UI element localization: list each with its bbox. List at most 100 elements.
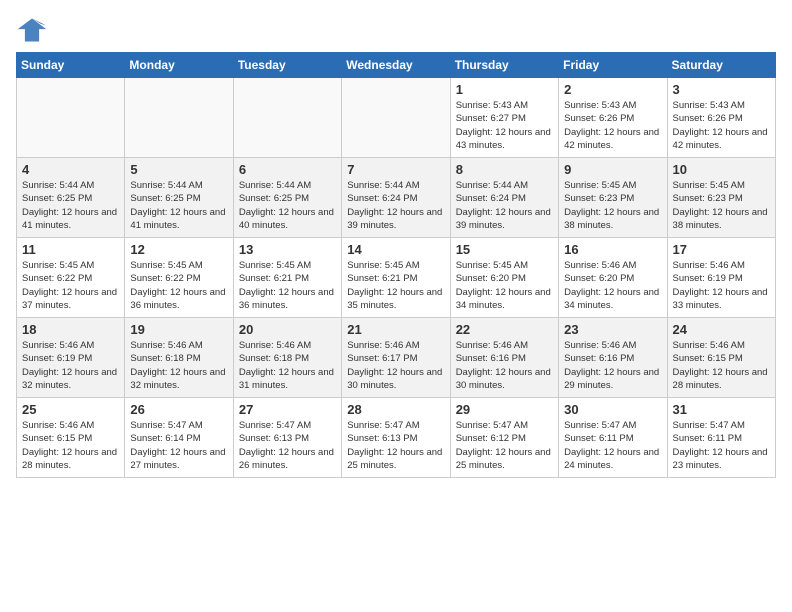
calendar-cell	[342, 78, 450, 158]
day-info: Sunrise: 5:45 AMSunset: 6:22 PMDaylight:…	[130, 259, 227, 312]
calendar-cell: 18Sunrise: 5:46 AMSunset: 6:19 PMDayligh…	[17, 318, 125, 398]
header-row: SundayMondayTuesdayWednesdayThursdayFrid…	[17, 53, 776, 78]
day-number: 4	[22, 162, 119, 177]
calendar-cell: 31 Sunrise: 5:47 AMSunset: 6:11 PMDayligh…	[667, 398, 775, 478]
day-number: 15	[456, 242, 553, 257]
day-info: Sunrise: 5:44 AMSunset: 6:24 PMDaylight:…	[456, 179, 553, 232]
column-header-friday: Friday	[559, 53, 667, 78]
calendar-cell: 30 Sunrise: 5:47 AMSunset: 6:11 PMDayligh…	[559, 398, 667, 478]
day-info: Sunrise: 5:43 AMSunset: 6:26 PMDaylight:…	[673, 99, 770, 152]
day-info: Sunrise: 5:46 AMSunset: 6:16 PMDaylight:…	[456, 339, 553, 392]
day-info: Sunrise: 5:47 AMSunset: 6:11 PMDaylight:…	[673, 419, 770, 472]
day-number: 20	[239, 322, 336, 337]
day-number: 7	[347, 162, 444, 177]
day-number: 8	[456, 162, 553, 177]
column-header-sunday: Sunday	[17, 53, 125, 78]
day-number: 14	[347, 242, 444, 257]
week-row-3: 11 Sunrise: 5:45 AMSunset: 6:22 PMDayligh…	[17, 238, 776, 318]
column-header-saturday: Saturday	[667, 53, 775, 78]
calendar-cell: 4 Sunrise: 5:44 AMSunset: 6:25 PMDaylight…	[17, 158, 125, 238]
calendar-table: SundayMondayTuesdayWednesdayThursdayFrid…	[16, 52, 776, 478]
day-info: Sunrise: 5:46 AMSunset: 6:19 PMDaylight:…	[22, 339, 119, 392]
calendar-cell: 6 Sunrise: 5:44 AMSunset: 6:25 PMDaylight…	[233, 158, 341, 238]
day-info: Sunrise: 5:47 AMSunset: 6:14 PMDaylight:…	[130, 419, 227, 472]
day-info: Sunrise: 5:46 AMSunset: 6:20 PMDaylight:…	[564, 259, 661, 312]
page-header	[16, 16, 776, 44]
calendar-cell: 5 Sunrise: 5:44 AMSunset: 6:25 PMDaylight…	[125, 158, 233, 238]
column-header-wednesday: Wednesday	[342, 53, 450, 78]
calendar-cell: 8 Sunrise: 5:44 AMSunset: 6:24 PMDaylight…	[450, 158, 558, 238]
day-info: Sunrise: 5:45 AMSunset: 6:21 PMDaylight:…	[239, 259, 336, 312]
day-number: 23	[564, 322, 661, 337]
calendar-cell: 3 Sunrise: 5:43 AMSunset: 6:26 PMDaylight…	[667, 78, 775, 158]
column-header-monday: Monday	[125, 53, 233, 78]
day-info: Sunrise: 5:46 AMSunset: 6:15 PMDaylight:…	[673, 339, 770, 392]
day-info: Sunrise: 5:47 AMSunset: 6:13 PMDaylight:…	[347, 419, 444, 472]
day-info: Sunrise: 5:44 AMSunset: 6:25 PMDaylight:…	[239, 179, 336, 232]
calendar-cell: 14 Sunrise: 5:45 AMSunset: 6:21 PMDayligh…	[342, 238, 450, 318]
day-number: 21	[347, 322, 444, 337]
calendar-cell: 17 Sunrise: 5:46 AMSunset: 6:19 PMDayligh…	[667, 238, 775, 318]
column-header-tuesday: Tuesday	[233, 53, 341, 78]
day-number: 22	[456, 322, 553, 337]
day-number: 5	[130, 162, 227, 177]
calendar-cell: 16 Sunrise: 5:46 AMSunset: 6:20 PMDayligh…	[559, 238, 667, 318]
day-number: 3	[673, 82, 770, 97]
day-info: Sunrise: 5:45 AMSunset: 6:23 PMDaylight:…	[564, 179, 661, 232]
day-info: Sunrise: 5:44 AMSunset: 6:25 PMDaylight:…	[22, 179, 119, 232]
day-info: Sunrise: 5:44 AMSunset: 6:24 PMDaylight:…	[347, 179, 444, 232]
day-number: 24	[673, 322, 770, 337]
day-info: Sunrise: 5:46 AMSunset: 6:17 PMDaylight:…	[347, 339, 444, 392]
day-info: Sunrise: 5:46 AMSunset: 6:19 PMDaylight:…	[673, 259, 770, 312]
day-number: 11	[22, 242, 119, 257]
logo	[16, 16, 52, 44]
day-number: 17	[673, 242, 770, 257]
calendar-cell: 22 Sunrise: 5:46 AMSunset: 6:16 PMDayligh…	[450, 318, 558, 398]
calendar-cell	[17, 78, 125, 158]
day-info: Sunrise: 5:45 AMSunset: 6:23 PMDaylight:…	[673, 179, 770, 232]
day-number: 31	[673, 402, 770, 417]
calendar-cell: 28 Sunrise: 5:47 AMSunset: 6:13 PMDayligh…	[342, 398, 450, 478]
calendar-cell: 21 Sunrise: 5:46 AMSunset: 6:17 PMDayligh…	[342, 318, 450, 398]
day-info: Sunrise: 5:46 AMSunset: 6:18 PMDaylight:…	[130, 339, 227, 392]
day-info: Sunrise: 5:46 AMSunset: 6:16 PMDaylight:…	[564, 339, 661, 392]
calendar-cell: 23 Sunrise: 5:46 AMSunset: 6:16 PMDayligh…	[559, 318, 667, 398]
week-row-2: 4 Sunrise: 5:44 AMSunset: 6:25 PMDaylight…	[17, 158, 776, 238]
calendar-cell: 12 Sunrise: 5:45 AMSunset: 6:22 PMDayligh…	[125, 238, 233, 318]
day-info: Sunrise: 5:45 AMSunset: 6:20 PMDaylight:…	[456, 259, 553, 312]
week-row-4: 18Sunrise: 5:46 AMSunset: 6:19 PMDayligh…	[17, 318, 776, 398]
day-info: Sunrise: 5:43 AMSunset: 6:27 PMDaylight:…	[456, 99, 553, 152]
calendar-cell: 7 Sunrise: 5:44 AMSunset: 6:24 PMDaylight…	[342, 158, 450, 238]
calendar-cell: 15 Sunrise: 5:45 AMSunset: 6:20 PMDayligh…	[450, 238, 558, 318]
week-row-5: 25 Sunrise: 5:46 AMSunset: 6:15 PMDayligh…	[17, 398, 776, 478]
calendar-cell: 25 Sunrise: 5:46 AMSunset: 6:15 PMDayligh…	[17, 398, 125, 478]
calendar-cell: 13Sunrise: 5:45 AMSunset: 6:21 PMDayligh…	[233, 238, 341, 318]
calendar-cell: 10Sunrise: 5:45 AMSunset: 6:23 PMDayligh…	[667, 158, 775, 238]
calendar-cell: 9 Sunrise: 5:45 AMSunset: 6:23 PMDaylight…	[559, 158, 667, 238]
day-info: Sunrise: 5:47 AMSunset: 6:11 PMDaylight:…	[564, 419, 661, 472]
day-number: 29	[456, 402, 553, 417]
calendar-cell: 11Sunrise: 5:45 AMSunset: 6:22 PMDayligh…	[17, 238, 125, 318]
day-number: 19	[130, 322, 227, 337]
calendar-cell: 27Sunrise: 5:47 AMSunset: 6:13 PMDayligh…	[233, 398, 341, 478]
day-number: 25	[22, 402, 119, 417]
day-info: Sunrise: 5:46 AMSunset: 6:18 PMDaylight:…	[239, 339, 336, 392]
day-number: 16	[564, 242, 661, 257]
logo-icon	[16, 16, 48, 44]
calendar-cell: 2Sunrise: 5:43 AMSunset: 6:26 PMDaylight…	[559, 78, 667, 158]
day-info: Sunrise: 5:47 AMSunset: 6:12 PMDaylight:…	[456, 419, 553, 472]
day-info: Sunrise: 5:46 AMSunset: 6:15 PMDaylight:…	[22, 419, 119, 472]
day-number: 9	[564, 162, 661, 177]
day-number: 28	[347, 402, 444, 417]
calendar-cell: 1Sunrise: 5:43 AMSunset: 6:27 PMDaylight…	[450, 78, 558, 158]
day-number: 12	[130, 242, 227, 257]
day-info: Sunrise: 5:44 AMSunset: 6:25 PMDaylight:…	[130, 179, 227, 232]
calendar-cell: 20 Sunrise: 5:46 AMSunset: 6:18 PMDayligh…	[233, 318, 341, 398]
day-number: 26	[130, 402, 227, 417]
calendar-cell: 24 Sunrise: 5:46 AMSunset: 6:15 PMDayligh…	[667, 318, 775, 398]
day-number: 6	[239, 162, 336, 177]
day-info: Sunrise: 5:45 AMSunset: 6:21 PMDaylight:…	[347, 259, 444, 312]
day-number: 30	[564, 402, 661, 417]
day-info: Sunrise: 5:43 AMSunset: 6:26 PMDaylight:…	[564, 99, 661, 152]
calendar-cell: 29 Sunrise: 5:47 AMSunset: 6:12 PMDayligh…	[450, 398, 558, 478]
